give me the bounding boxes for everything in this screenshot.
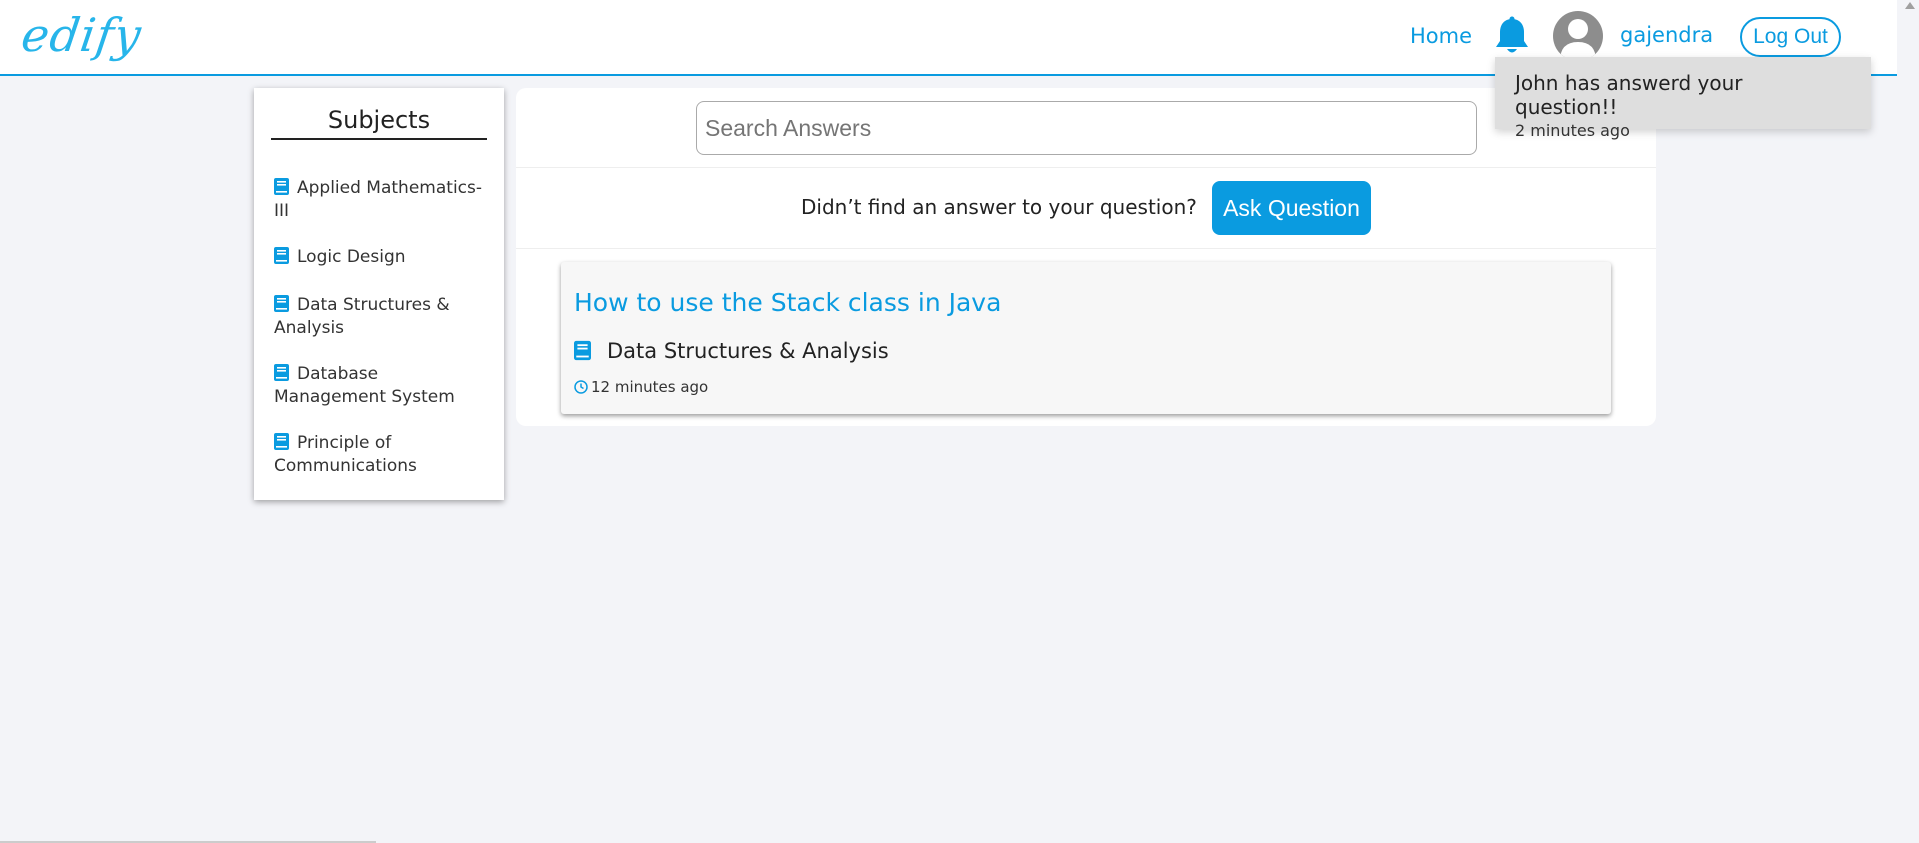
search-input[interactable] bbox=[696, 101, 1477, 155]
brand-logo[interactable]: edify bbox=[18, 8, 145, 62]
question-time-label: 12 minutes ago bbox=[591, 378, 709, 396]
search-row bbox=[516, 88, 1656, 168]
sidebar-item-applied-mathematics[interactable]: Applied Mathematics-III bbox=[274, 178, 489, 222]
logout-button[interactable]: Log Out bbox=[1740, 17, 1841, 57]
book-icon bbox=[274, 364, 289, 387]
book-icon bbox=[274, 433, 289, 456]
book-icon bbox=[574, 340, 591, 366]
ask-question-row: Didn’t find an answer to your question? … bbox=[516, 169, 1656, 249]
scroll-up-arrow-icon[interactable] bbox=[1905, 2, 1915, 9]
sidebar-item-logic-design[interactable]: Logic Design bbox=[274, 247, 489, 270]
sidebar-item-label: Data Structures & Analysis bbox=[274, 295, 450, 338]
sidebar-item-data-structures[interactable]: Data Structures & Analysis bbox=[274, 295, 489, 339]
subjects-sidebar: Subjects Applied Mathematics-III Logic D… bbox=[254, 88, 504, 500]
ask-question-button[interactable]: Ask Question bbox=[1212, 181, 1371, 235]
question-subject-label: Data Structures & Analysis bbox=[607, 339, 889, 363]
notification-time: 2 minutes ago bbox=[1515, 121, 1630, 140]
nav-home-link[interactable]: Home bbox=[1410, 24, 1472, 48]
clock-icon bbox=[574, 380, 588, 398]
sidebar-item-database-management[interactable]: Database Management System bbox=[274, 364, 489, 408]
notification-text: John has answerd your question!! bbox=[1515, 71, 1743, 119]
main-panel: Didn’t find an answer to your question? … bbox=[516, 88, 1656, 426]
question-card[interactable]: How to use the Stack class in Java Data … bbox=[561, 262, 1611, 414]
subject-list: Applied Mathematics-III Logic Design Dat… bbox=[274, 178, 489, 502]
username-link[interactable]: gajendra bbox=[1620, 23, 1713, 47]
sidebar-title: Subjects bbox=[271, 106, 487, 140]
sidebar-item-label: Principle of Communications bbox=[274, 433, 417, 476]
question-timestamp: 12 minutes ago bbox=[574, 378, 708, 398]
question-title-link[interactable]: How to use the Stack class in Java bbox=[574, 288, 1001, 317]
sidebar-item-label: Applied Mathematics-III bbox=[274, 178, 482, 221]
book-icon bbox=[274, 295, 289, 318]
sidebar-item-label: Logic Design bbox=[297, 247, 406, 267]
bell-icon[interactable] bbox=[1493, 16, 1531, 58]
page-scrollbar[interactable] bbox=[1897, 0, 1919, 843]
book-icon bbox=[274, 178, 289, 201]
sidebar-item-principle-of-communications[interactable]: Principle of Communications bbox=[274, 433, 489, 477]
notification-popup[interactable]: John has answerd your question!! 2 minut… bbox=[1495, 57, 1871, 140]
book-icon bbox=[274, 247, 289, 270]
question-subject: Data Structures & Analysis bbox=[574, 339, 889, 366]
user-avatar-icon[interactable] bbox=[1553, 11, 1603, 61]
ask-prompt-text: Didn’t find an answer to your question? bbox=[801, 195, 1197, 219]
sidebar-item-label: Database Management System bbox=[274, 364, 455, 407]
